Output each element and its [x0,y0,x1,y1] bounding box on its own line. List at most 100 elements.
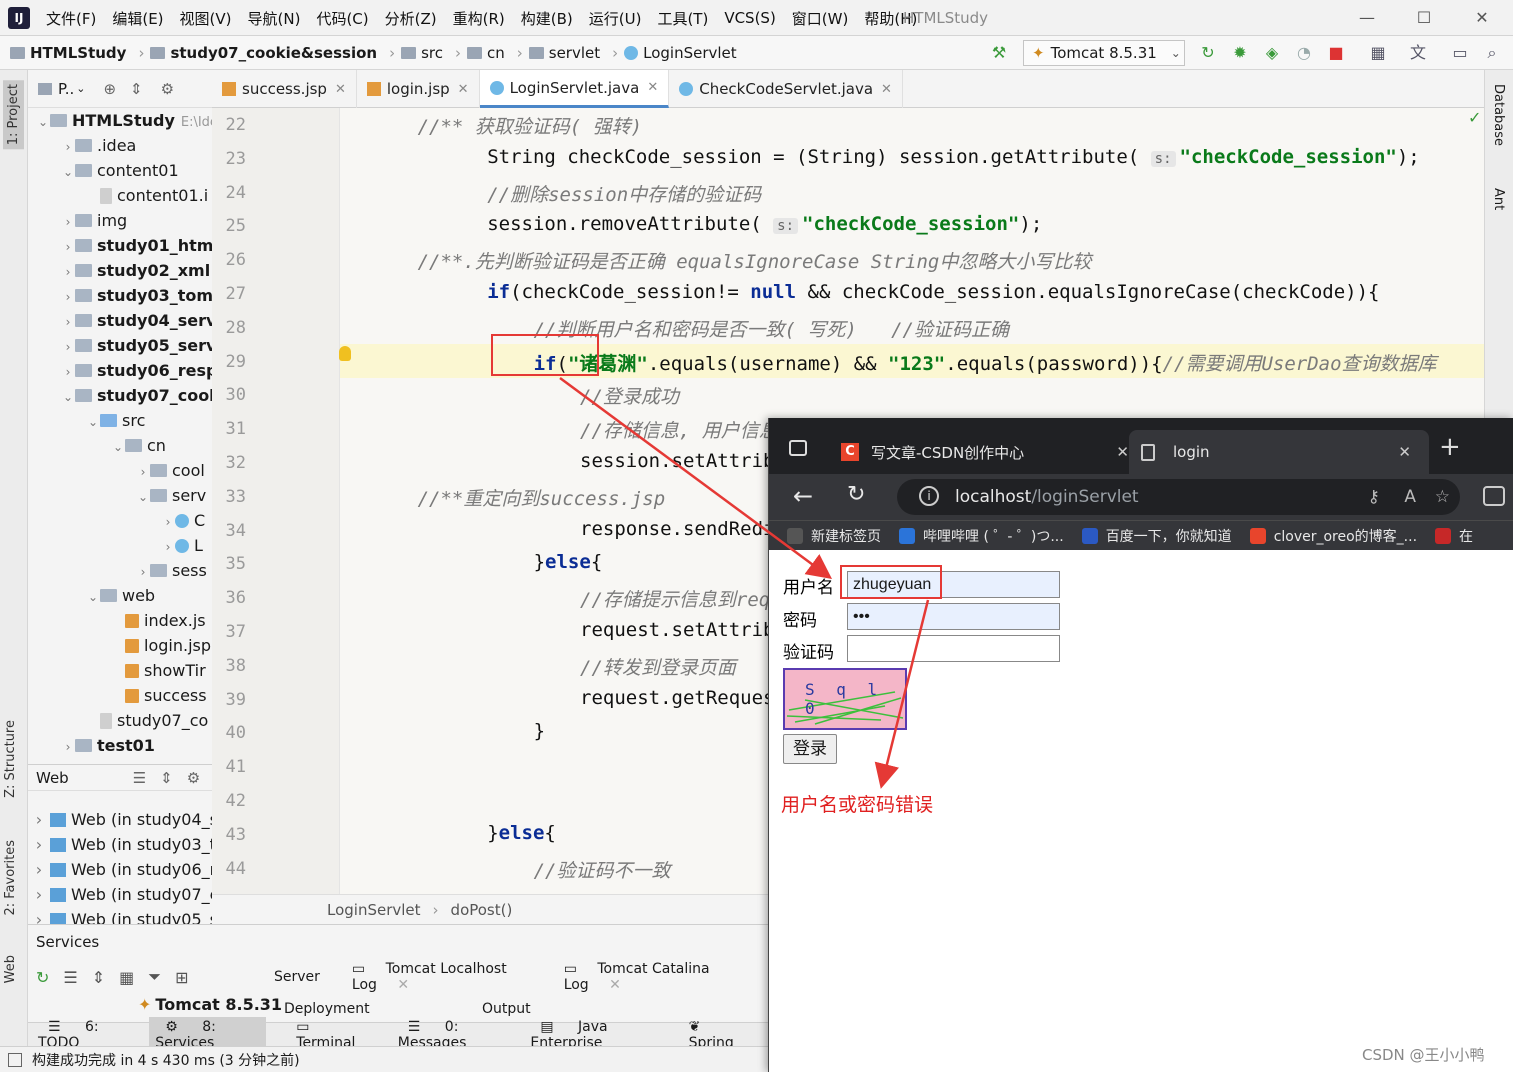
translate-icon[interactable]: 文 [1408,43,1428,63]
maximize-icon[interactable]: ☐ [1412,6,1436,30]
web-facet-item[interactable]: › Web (in study06_r [28,857,212,882]
web-facet-item[interactable]: › Web (in study04_s [28,807,212,832]
chevron-right-icon[interactable]: › [28,882,50,907]
refresh-icon[interactable]: ↻ [36,968,49,987]
code-line[interactable]: if(checkCode_session!= null && checkCode… [487,281,1379,303]
coverage-icon[interactable]: ◈ [1262,43,1282,63]
tree-item[interactable]: › cool [28,458,212,483]
code-line[interactable]: } [534,720,545,742]
browser-tab-login[interactable]: login ✕ [1129,430,1429,474]
read-aloud-icon[interactable]: A [1404,487,1416,507]
breadcrumb-item[interactable]: src [401,44,443,62]
code-line[interactable]: String checkCode_session = (String) sess… [487,146,1420,168]
menu-item[interactable]: 文件(F) [38,8,104,29]
chevron-right-icon[interactable]: › [28,807,50,832]
tree-item[interactable]: › test01 [28,733,212,758]
menu-item[interactable]: 代码(C) [308,8,376,29]
code-line[interactable]: //**重定向到success.jsp [418,484,666,511]
terminal-window-icon[interactable]: ▭ [1450,43,1470,63]
new-tab-bookmark[interactable]: 新建标签页 [787,526,881,546]
breadcrumb-item[interactable]: study07_cookie&session [150,44,377,62]
tree-item[interactable]: › study05_servle [28,333,212,358]
login-button[interactable]: 登录 [783,734,837,764]
tree-item[interactable]: › study01_html [28,233,212,258]
rerun-icon[interactable]: ↻ [1198,43,1218,63]
breadcrumb-item[interactable]: cn [466,44,505,62]
breadcrumb-class[interactable]: LoginServlet [327,901,421,919]
chevron-down-icon[interactable]: ⌄ [86,410,100,433]
search-icon[interactable]: ⌕ [1482,43,1502,63]
code-line[interactable]: //登录成功 [580,382,679,409]
collapse-all-icon[interactable]: ⇕ [92,968,105,987]
layout-icon[interactable] [8,1052,22,1067]
new-tab-icon[interactable]: + [1439,432,1461,462]
menu-item[interactable]: 运行(U) [581,8,650,29]
breadcrumb-item[interactable]: LoginServlet [624,44,737,62]
tree-item[interactable]: content01.i [28,183,212,208]
favorites-tool-tab[interactable]: 2: Favorites [3,840,18,916]
services-tab[interactable]: ▭ Tomcat Localhost Log ✕ [352,961,548,993]
password-input[interactable]: ••• [847,603,1060,630]
breadcrumb-item[interactable]: servlet [528,44,600,62]
captcha-input[interactable] [847,635,1060,662]
filter-icon[interactable]: ⏷ [148,967,161,987]
chevron-down-icon[interactable]: ⌄ [136,485,150,508]
chevron-right-icon[interactable]: › [61,235,75,258]
close-tab-icon[interactable]: ✕ [458,82,469,97]
debug-bug-icon[interactable]: ✹ [1230,43,1250,63]
chevron-down-icon[interactable]: ⌄ [111,435,125,458]
tree-item[interactable]: showTir [28,658,212,683]
tree-item[interactable]: ⌄ study07_cooki [28,383,212,408]
close-window-icon[interactable]: ✕ [1470,6,1494,30]
tree-item[interactable]: success [28,683,212,708]
tree-item[interactable]: › C [28,508,212,533]
chevron-right-icon[interactable]: › [28,857,50,882]
code-line[interactable]: //验证码不一致 [534,856,671,883]
close-tab-icon[interactable]: ✕ [1398,443,1411,461]
chevron-right-icon[interactable]: › [161,510,175,533]
tree-item[interactable]: login.jsp [28,633,212,658]
key-icon[interactable]: ⚷ [1368,487,1380,507]
chevron-right-icon[interactable]: › [28,832,50,857]
chevron-right-icon[interactable]: › [28,907,50,924]
project-view-select[interactable]: P.. [58,80,74,98]
baidu-bookmark[interactable]: 百度一下，你就知道 [1081,526,1232,546]
chevron-right-icon[interactable]: › [61,135,75,158]
chevron-down-icon[interactable]: ⌄ [86,585,100,608]
editor-tab[interactable]: success.jsp ✕ [212,70,357,108]
tree-item[interactable]: ⌄ content01 [28,158,212,183]
csdn-blog-bookmark[interactable]: clover_oreo的博客_... [1249,526,1417,546]
reload-icon[interactable]: ↻ [847,482,865,507]
tree-item[interactable]: ⌄ serv [28,483,212,508]
close-tab-icon[interactable]: ✕ [335,82,346,97]
expand-all-icon[interactable]: ☰ [63,968,77,987]
code-line[interactable]: //判断用户名和密码是否一致( 写死) //验证码正确 [534,315,1009,342]
code-line[interactable]: //存储信息, 用户信息 [580,416,778,443]
bilibili-bookmark[interactable]: 哔哩哔哩 ( ゜- ゜)つ... [899,526,1064,546]
chevron-right-icon[interactable]: › [61,285,75,308]
tree-item[interactable]: › study06_respo [28,358,212,383]
menu-item[interactable]: 工具(T) [649,8,716,29]
tree-item[interactable]: › study04_servle [28,308,212,333]
menu-item[interactable]: 视图(V) [172,8,240,29]
build-hammer-icon[interactable]: ⚒ [989,43,1009,63]
chevron-right-icon[interactable]: › [61,310,75,333]
code-line[interactable]: //删除session中存储的验证码 [487,180,761,207]
profile-icon[interactable]: ◔ [1294,43,1314,63]
web-tool-tab[interactable]: Web [3,955,18,983]
close-tab-icon[interactable]: ✕ [881,82,892,97]
code-line[interactable]: //**.先判断验证码是否正确 equalsIgnoreCase String中… [418,247,1092,274]
menu-item[interactable]: 构建(B) [513,8,581,29]
collapse-all-icon[interactable]: ⇕ [130,80,143,98]
services-tab[interactable]: Server [274,969,336,985]
chevron-down-icon[interactable]: ⌄ [61,160,75,183]
chevron-down-icon[interactable]: ⌄ [61,385,75,408]
code-line[interactable]: }else{ [487,822,556,844]
code-line[interactable]: if("诸葛渊".equals(username) && "123".equal… [534,349,1437,376]
menu-item[interactable]: 重构(R) [445,8,513,29]
project-structure-icon[interactable]: ▦ [1368,43,1388,63]
structure-tool-tab[interactable]: Z: Structure [3,720,18,798]
ant-tool-tab[interactable]: Ant [1491,188,1506,210]
expand-all-icon[interactable]: ☰ [133,769,146,787]
tree-item[interactable]: › sess [28,558,212,583]
